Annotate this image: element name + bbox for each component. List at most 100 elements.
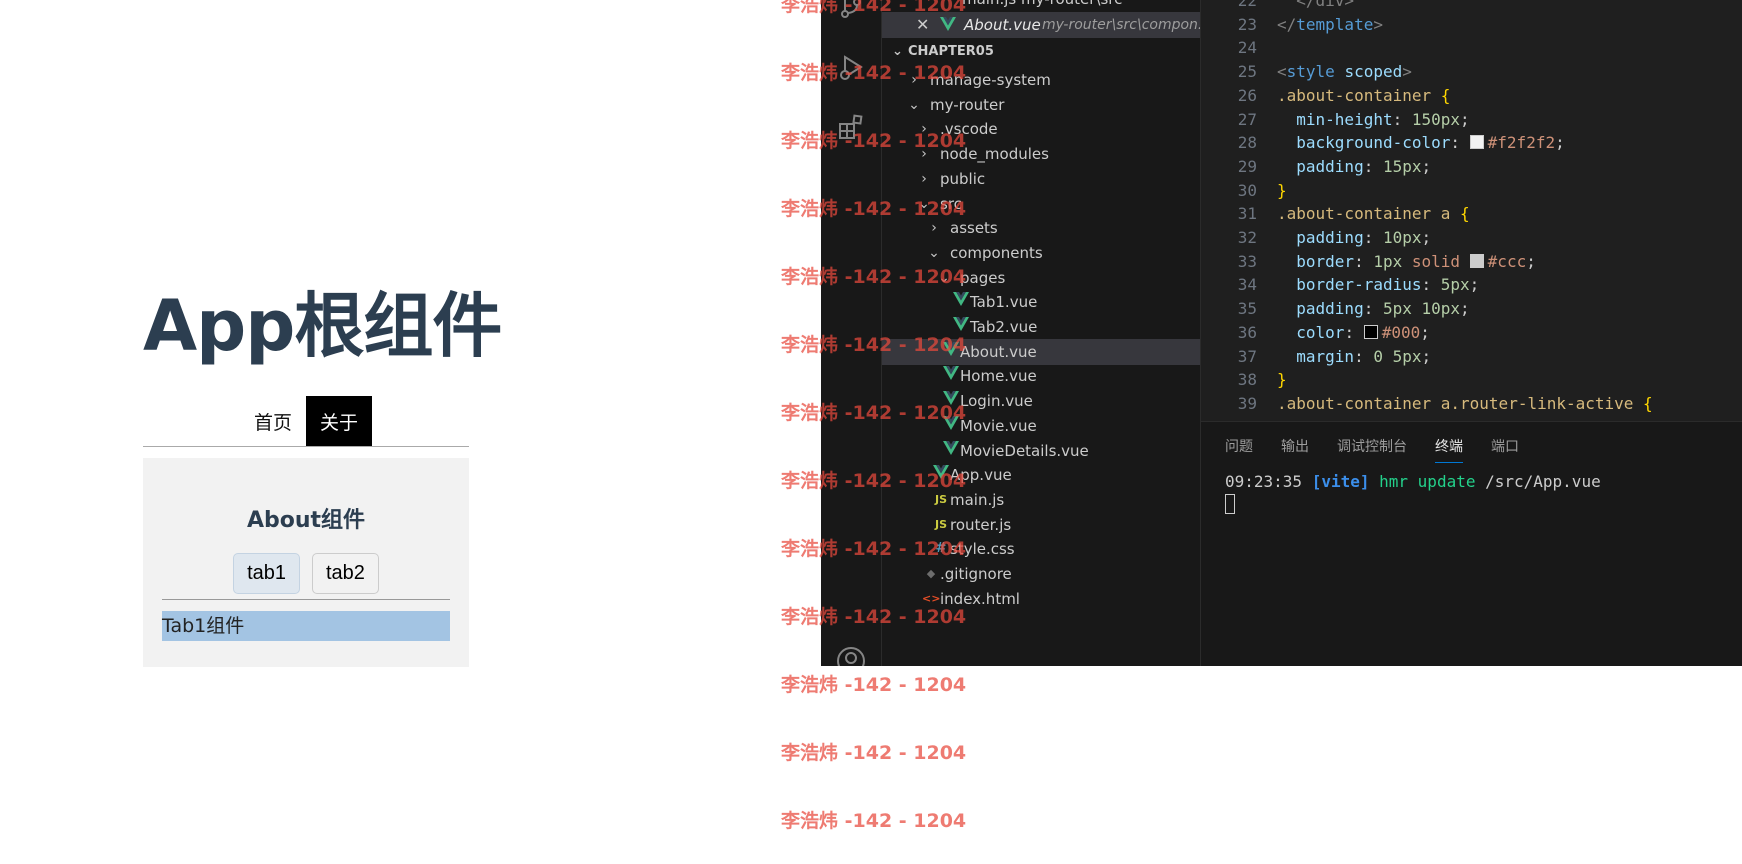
code-token: ;	[1420, 322, 1430, 342]
account-icon[interactable]	[836, 646, 866, 666]
tree-item-label: Movie.vue	[960, 416, 1037, 435]
tree-item-tab1-vue[interactable]: Tab1.vue	[882, 289, 1200, 315]
color-swatch[interactable]	[1469, 135, 1484, 150]
tab-link-tab2[interactable]: tab2	[312, 553, 379, 594]
code-token: }	[1277, 180, 1287, 200]
tree-item-label: my-router	[930, 95, 1005, 114]
code-token: }	[1277, 370, 1287, 390]
open-editor-path: my-router\src\compon...	[1042, 17, 1200, 33]
code-text: background-color: #f2f2f2;	[1277, 131, 1565, 155]
code-line: 32 padding: 10px;	[1201, 226, 1742, 250]
code-text: color: #000;	[1277, 321, 1430, 345]
vue-icon	[952, 289, 970, 315]
tree-item-label: MovieDetails.vue	[960, 441, 1089, 460]
code-token: </div>	[1277, 0, 1355, 10]
panel-tabs: 问题 输出 调试控制台 终端 端口	[1225, 430, 1519, 463]
code-token: border-radius	[1277, 275, 1422, 295]
tab-content: Tab1组件	[162, 611, 450, 641]
line-number: 38	[1237, 370, 1257, 390]
watermark-text: 李浩炜 -142 - 1204	[781, 0, 967, 16]
code-token: :	[1363, 228, 1383, 247]
vue-icon	[942, 438, 960, 464]
color-swatch[interactable]	[1469, 253, 1484, 268]
code-token: :	[1344, 322, 1364, 342]
code-token: 0 5px	[1373, 346, 1422, 366]
tree-item-label: Tab1.vue	[970, 293, 1038, 312]
terminal-file: /src/App.vue	[1485, 472, 1601, 491]
code-line: 29 padding: 15px;	[1201, 155, 1742, 179]
code-token: >	[1373, 14, 1383, 34]
code-token: color	[1277, 322, 1345, 342]
line-number: 27	[1237, 109, 1257, 129]
code-token: ;	[1460, 109, 1470, 129]
code-line: 31 .about-container a {	[1201, 202, 1742, 226]
chevron-right-icon: ›	[921, 170, 927, 187]
code-line: 30}	[1201, 179, 1742, 203]
code-token: #f2f2f2	[1487, 133, 1556, 153]
line-number: 36	[1237, 322, 1257, 342]
tab-divider	[162, 599, 450, 600]
tree-item-gitignore[interactable]: ◆ .gitignore	[882, 561, 1200, 587]
code-token: ;	[1555, 133, 1565, 153]
code-line: 36 color: #000;	[1201, 321, 1742, 345]
code-text: padding: 10px;	[1277, 226, 1431, 250]
code-token: margin	[1277, 346, 1355, 366]
watermark-text: 李浩炜 -142 - 1204	[781, 334, 967, 356]
code-line: 34 border-radius: 5px;	[1201, 273, 1742, 297]
code-token: .about-container a.router-link-active	[1277, 393, 1634, 413]
code-token: ;	[1526, 251, 1536, 271]
line-number: 35	[1237, 299, 1257, 319]
about-container: About组件 tab1 tab2 Tab1组件	[143, 458, 469, 667]
watermark-text: 李浩炜 -142 - 1204	[781, 810, 967, 832]
panel-tab-ports[interactable]: 端口	[1491, 430, 1519, 463]
code-token: 150px	[1411, 109, 1461, 129]
code-editor[interactable]: 22 </div> 23 </template> 24 25 <style scoped>…	[1201, 0, 1742, 421]
panel-tab-debug-console[interactable]: 调试控制台	[1337, 430, 1407, 463]
tree-item-public[interactable]: › public	[882, 166, 1200, 192]
code-line: 25 <style scoped>	[1201, 60, 1742, 84]
code-token: scoped	[1344, 62, 1403, 82]
code-token: ;	[1421, 156, 1432, 176]
color-swatch[interactable]	[1363, 324, 1378, 339]
code-line: 23 </template>	[1201, 13, 1742, 37]
terminal-cursor[interactable]	[1225, 494, 1235, 514]
code-token: 1px	[1373, 251, 1403, 271]
tab-link-tab1[interactable]: tab1	[233, 553, 300, 594]
terminal-vite-tag: [vite]	[1311, 472, 1370, 491]
code-text: border: 1px solid #ccc;	[1277, 250, 1536, 274]
code-token: ;	[1421, 228, 1432, 247]
tree-item-home-vue[interactable]: Home.vue	[882, 363, 1200, 389]
panel-tab-terminal[interactable]: 终端	[1435, 430, 1463, 463]
code-line: 27 min-height: 150px;	[1201, 108, 1742, 132]
line-number: 26	[1237, 85, 1257, 105]
nav-link-about[interactable]: 关于	[306, 396, 373, 446]
code-token: #ccc	[1487, 251, 1527, 271]
code-text: <style scoped>	[1277, 60, 1412, 84]
code-token: #000	[1381, 322, 1421, 342]
line-number: 30	[1237, 180, 1257, 200]
code-token: padding	[1277, 299, 1364, 319]
open-editor-name: About.vue	[964, 16, 1041, 34]
nav-link-home[interactable]: 首页	[240, 396, 306, 446]
tree-item-label: Tab2.vue	[970, 318, 1038, 336]
code-token: padding	[1277, 156, 1364, 176]
code-token: .about-container	[1277, 85, 1432, 105]
code-text: .about-container a {	[1277, 202, 1470, 226]
tree-item-my-router[interactable]: ⌄ my-router	[882, 92, 1200, 118]
watermark-text: 李浩炜 -142 - 1204	[781, 742, 967, 764]
code-token: <	[1277, 62, 1287, 82]
line-number: 37	[1237, 346, 1257, 366]
code-token: </	[1277, 14, 1297, 34]
code-token: {	[1431, 85, 1451, 105]
panel-tab-output[interactable]: 输出	[1281, 430, 1309, 463]
code-text: border-radius: 5px;	[1277, 273, 1479, 297]
code-token: 10px	[1382, 228, 1422, 247]
panel-tab-problems[interactable]: 问题	[1225, 430, 1253, 463]
app-title: App根组件	[143, 285, 502, 367]
tree-item-moviedetails-vue[interactable]: MovieDetails.vue	[882, 438, 1200, 464]
line-number: 32	[1237, 228, 1257, 247]
watermark-text: 李浩炜 -142 - 1204	[781, 538, 967, 560]
terminal-output-line: 09:23:35 [vite] hmr update /src/App.vue	[1225, 472, 1601, 491]
code-token: ;	[1460, 299, 1470, 319]
